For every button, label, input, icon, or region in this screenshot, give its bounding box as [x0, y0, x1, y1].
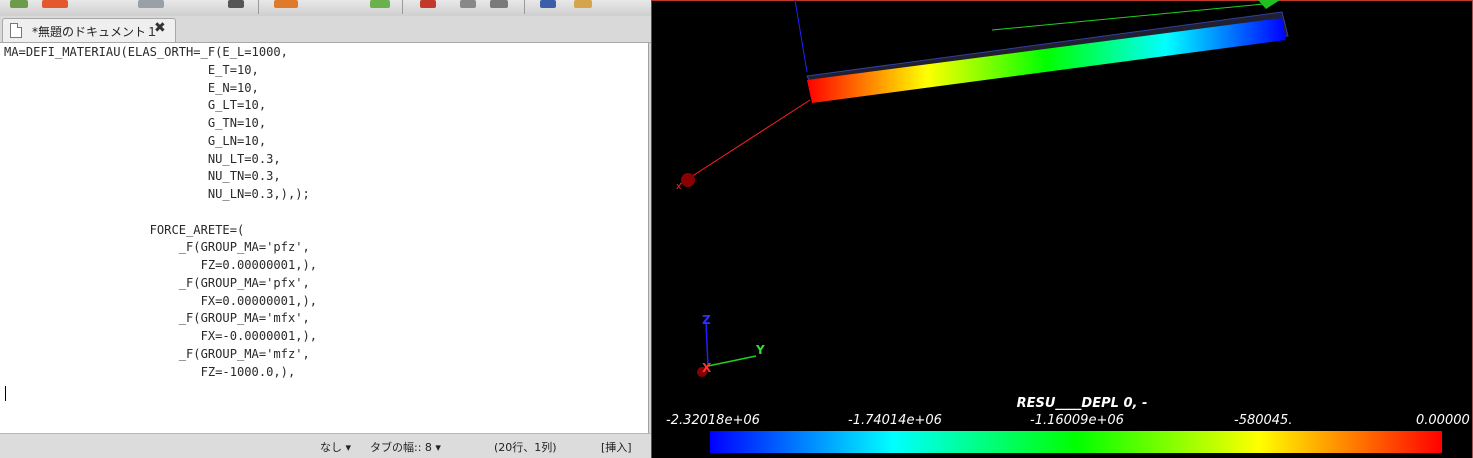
triad-y-axis — [707, 355, 757, 367]
code-line: FZ=0.00000001,), — [4, 258, 318, 272]
close-tab-icon[interactable]: ✖ — [154, 20, 166, 36]
document-icon — [10, 23, 22, 38]
insert-mode-indicator: [挿入] — [601, 441, 632, 454]
cursor-position: (20行、1列) — [494, 441, 557, 454]
code-text-area[interactable]: MA=DEFI_MATERIAU(ELAS_ORTH=_F(E_L=1000, … — [0, 43, 649, 433]
toolbar-separator — [402, 0, 403, 14]
3d-viewport[interactable]: x Z Y X RESU____DEPL 0, - -2.32018e+06 -… — [651, 0, 1473, 458]
editor-toolbar — [0, 0, 651, 16]
paste-icon[interactable] — [490, 0, 508, 8]
x-axis-arrowhead — [681, 173, 695, 187]
triad-x-label: X — [702, 361, 712, 375]
colorbar — [710, 431, 1442, 453]
colorbar-tick-label: -1.16009e+06 — [1030, 413, 1124, 428]
code-line: E_N=10, — [4, 80, 259, 95]
code-line: G_LN=10, — [4, 133, 267, 148]
redo-icon[interactable] — [370, 0, 390, 8]
code-line: G_TN=10, — [4, 116, 267, 130]
copy-icon[interactable] — [460, 0, 476, 8]
triad-z-label: Z — [702, 313, 711, 327]
syntax-highlight-dropdown[interactable]: なし ▾ — [320, 439, 351, 455]
global-x-axis-line — [679, 99, 811, 185]
tab-width-dropdown[interactable]: タブの幅:: 8 ▾ — [370, 439, 441, 455]
colorbar-tick-label: -2.32018e+06 — [666, 413, 760, 428]
code-line: G_LT=10, — [4, 98, 267, 113]
new-document-icon[interactable] — [10, 0, 28, 8]
save-icon[interactable] — [138, 0, 164, 8]
tab-label: *無題のドキュメント１ — [32, 25, 159, 39]
code-line: FX=0.00000001,), — [4, 293, 318, 308]
toolbar-separator — [258, 0, 259, 14]
code-line: FORCE_ARETE=( — [4, 222, 245, 237]
colorbar-tick-label: -580045. — [1234, 413, 1293, 428]
colorbar-tick-label: 0.00000 — [1416, 413, 1470, 428]
print-icon[interactable] — [228, 0, 244, 8]
code-line: NU_TN=0.3, — [4, 169, 281, 184]
triad-y-label: Y — [756, 343, 765, 357]
colorbar-title: RESU____DEPL 0, - — [1016, 396, 1148, 411]
code-line: _F(GROUP_MA='pfz', — [4, 240, 310, 255]
cut-icon[interactable] — [420, 0, 436, 8]
code-line: FX=-0.0000001,), — [4, 329, 318, 343]
global-z-axis-line — [794, 0, 808, 73]
document-tab-bar: *無題のドキュメント１ ✖ — [0, 16, 651, 43]
colorbar-tick-label: -1.74014e+06 — [848, 413, 942, 428]
find-icon[interactable] — [540, 0, 556, 8]
triad-z-axis — [705, 321, 709, 367]
status-bar: なし ▾ タブの幅:: 8 ▾ (20行、1列) [挿入] — [0, 433, 651, 458]
code-line: _F(GROUP_MA='mfx', — [4, 311, 310, 326]
code-line: NU_LN=0.3,),); — [4, 187, 310, 201]
x-axis-tick-mark: x — [676, 182, 682, 192]
code-line: FZ=-1000.0,), — [4, 364, 296, 379]
code-line: _F(GROUP_MA='pfx', — [4, 275, 310, 290]
code-line: MA=DEFI_MATERIAU(ELAS_ORTH=_F(E_L=1000, — [4, 45, 288, 59]
text-cursor — [5, 386, 6, 401]
open-file-icon[interactable] — [42, 0, 68, 8]
code-line: E_T=10, — [4, 62, 259, 77]
code-content: MA=DEFI_MATERIAU(ELAS_ORTH=_F(E_L=1000, … — [4, 44, 317, 381]
replace-icon[interactable] — [574, 0, 592, 8]
deformed-beam — [807, 18, 1286, 103]
toolbar-separator — [524, 0, 525, 14]
undo-icon[interactable] — [274, 0, 298, 8]
tab-untitled-document[interactable]: *無題のドキュメント１ ✖ — [2, 18, 176, 42]
scene-canvas[interactable]: x — [652, 0, 1473, 458]
code-line: NU_LT=0.3, — [4, 151, 281, 166]
text-editor-window: *無題のドキュメント１ ✖ MA=DEFI_MATERIAU(ELAS_ORTH… — [0, 0, 651, 458]
code-line: _F(GROUP_MA='mfz', — [4, 346, 310, 361]
